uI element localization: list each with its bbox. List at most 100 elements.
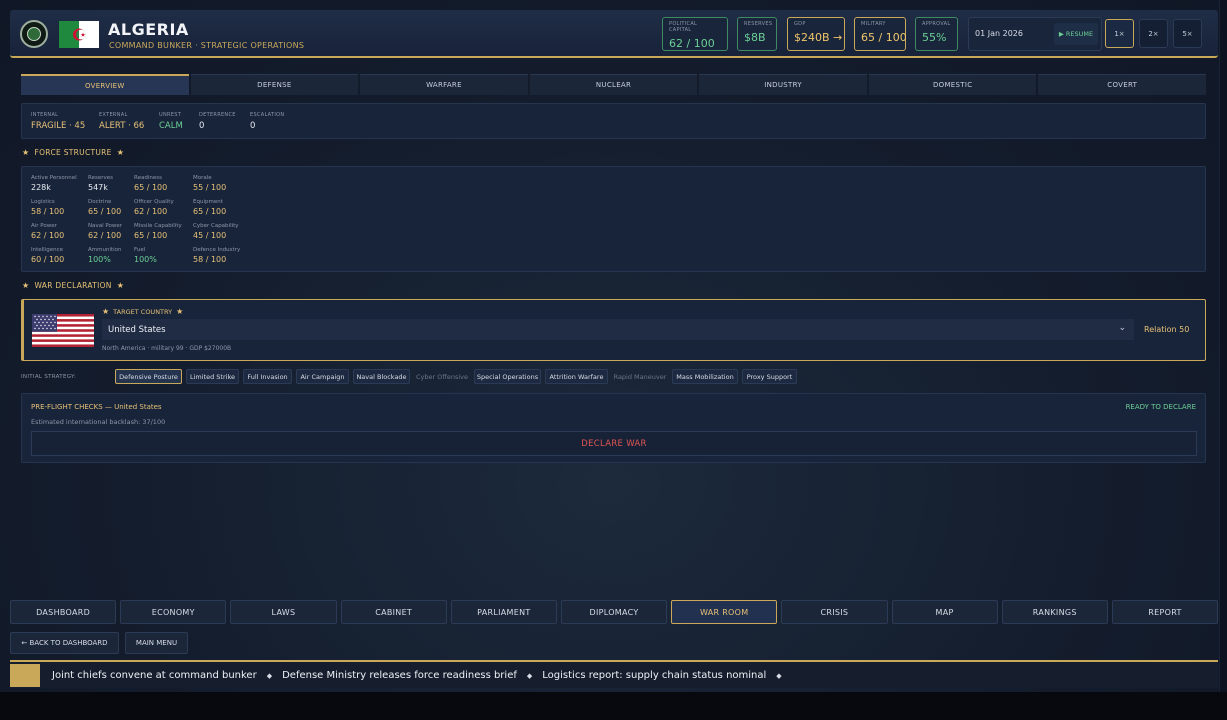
tab-nuclear[interactable]: NUCLEAR [529,74,698,95]
nav-rankings[interactable]: RANKINGS [1001,600,1108,624]
national-emblem-icon [20,20,48,48]
target-country-label: ★ TARGET COUNTRY ★ [102,307,184,316]
strategy-limited-strike[interactable]: Limited Strike [186,369,239,384]
initial-strategy-label: INITIAL STRATEGY: [21,374,77,380]
force-fuel: Fuel 100% [134,247,157,264]
game-date: 01 Jan 2026 [975,29,1023,38]
nav-diplomacy[interactable]: DIPLOMACY [560,600,668,624]
strategy-naval-blockade[interactable]: Naval Blockade [353,369,410,384]
threat-metrics-panel: INTERNAL FRAGILE · 45 EXTERNAL ALERT · 6… [21,103,1206,139]
nav-crisis[interactable]: CRISIS [781,600,888,624]
target-country-select[interactable]: United States ⌄ [102,319,1134,340]
tab-warfare[interactable]: WARFARE [360,74,528,95]
force-equipment: Equipment 65 / 100 [193,199,227,216]
stat-military: MILITARY 65 / 100 [854,17,907,51]
war-room-tabs: OVERVIEW DEFENSE WARFARE NUCLEAR INDUSTR… [21,74,1207,95]
declare-war-button[interactable]: DECLARE WAR [31,431,1197,456]
back-to-dashboard-button[interactable]: ← BACK TO DASHBOARD [10,632,119,654]
backlash-estimate: Estimated international backlash: 37/100 [31,418,166,426]
tab-industry[interactable]: INDUSTRY [699,74,867,95]
force-cyber-capability: Cyber Capability 45 / 100 [193,223,239,240]
window-bottom-bar [0,692,1227,720]
preflight-checks-panel: PRE-FLIGHT CHECKS — United States READY … [21,393,1206,463]
force-naval-power: Naval Power 62 / 100 [88,223,123,240]
metric-deterrence: DETERRENCE 0 [199,112,236,131]
strategy-cyber-offensive[interactable]: Cyber Offensive [414,369,470,384]
force-active-personnel: Active Personnel 228k [31,175,77,192]
force-air-power: Air Power 62 / 100 [31,223,65,240]
star-icon: ★ [116,148,125,157]
algeria-flag-icon [59,21,99,48]
metric-unrest: UNREST CALM [159,112,183,131]
force-morale: Morale 55 / 100 [193,175,227,192]
ticker-items: Joint chiefs convene at command bunker ◆… [52,670,782,681]
speed-5x-button[interactable]: 5× [1173,19,1202,48]
force-structure-title: ★ FORCE STRUCTURE ★ [22,148,125,157]
diamond-icon: ◆ [776,671,782,680]
date-panel: 01 Jan 2026 ▶ RESUME [968,17,1102,51]
nav-laws[interactable]: LAWS [230,600,337,624]
ready-status: READY TO DECLARE [1125,403,1196,411]
stat-reserves: RESERVES $8B [737,17,777,51]
usa-flag-icon [32,314,94,347]
stat-approval: APPROVAL 55% [915,17,958,51]
force-structure-panel: Active Personnel 228k Reserves 547k Readin… [21,166,1206,272]
star-icon: ★ [22,281,30,290]
chevron-down-icon: ⌄ [1118,323,1126,333]
strategy-proxy-support[interactable]: Proxy Support [742,369,797,384]
main-navigation: DASHBOARD ECONOMY LAWS CABINET PARLIAMEN… [10,600,1219,624]
strategy-rapid-maneuver[interactable]: Rapid Maneuver [612,369,668,384]
force-ammunition: Ammunition 100% [88,247,122,264]
top-header: ALGERIA COMMAND BUNKER · STRATEGIC OPERA… [10,10,1218,58]
arrow-right-icon: → [833,31,843,44]
force-intelligence: Intelligence 60 / 100 [31,247,65,264]
preflight-title: PRE-FLIGHT CHECKS — United States [31,403,162,411]
star-icon: ★ [102,307,110,316]
header-subtitle: COMMAND BUNKER · STRATEGIC OPERATIONS [109,41,305,50]
diamond-icon: ◆ [266,671,273,680]
nav-economy[interactable]: ECONOMY [120,600,227,624]
strategy-attrition-warfare[interactable]: Attrition Warfare [545,369,608,384]
force-doctrine: Doctrine 65 / 100 [88,199,122,216]
force-readiness: Readiness 65 / 100 [134,175,168,192]
nav-cabinet[interactable]: CABINET [340,600,447,624]
strategy-full-invasion[interactable]: Full Invasion [243,369,292,384]
main-menu-button[interactable]: MAIN MENU [125,632,188,654]
speed-2x-button[interactable]: 2× [1139,19,1168,48]
tab-defense[interactable]: DEFENSE [190,74,359,95]
nav-parliament[interactable]: PARLIAMENT [450,600,557,624]
force-missile-capability: Missile Capability 65 / 100 [134,223,182,240]
war-declaration-title: ★ WAR DECLARATION ★ [22,281,125,290]
metric-external: EXTERNAL ALERT · 66 [99,112,145,131]
nav-report[interactable]: REPORT [1111,600,1219,624]
resume-button[interactable]: ▶ RESUME [1054,23,1098,45]
ticker-item: Defense Ministry releases force readines… [282,670,517,681]
speed-1x-button[interactable]: 1× [1105,19,1134,48]
relation-value: Relation 50 [1144,325,1190,334]
country-name: ALGERIA [108,20,189,39]
ticker-item: Logistics report: supply chain status no… [542,670,767,681]
tab-overview[interactable]: OVERVIEW [21,74,189,95]
nav-map[interactable]: MAP [891,600,998,624]
star-icon: ★ [116,281,125,290]
strategy-mass-mobilization[interactable]: Mass Mobilization [672,369,738,384]
play-icon: ▶ [1058,30,1064,38]
star-icon: ★ [22,148,30,157]
stat-political-capital: POLITICAL CAPITAL 62 / 100 [662,17,728,51]
nav-war-room[interactable]: WAR ROOM [671,600,778,624]
tab-covert[interactable]: COVERT [1038,74,1207,95]
metric-escalation: ESCALATION 0 [250,112,285,131]
strategy-defensive-posture[interactable]: Defensive Posture [115,369,182,384]
strategy-air-campaign[interactable]: Air Campaign [296,369,349,384]
star-icon: ★ [176,307,184,316]
ticker-item: Joint chiefs convene at command bunker [52,670,257,681]
target-country-meta: North America · military 99 · GDP $27000… [102,345,232,352]
target-country-panel: ★ TARGET COUNTRY ★ United States ⌄ Relat… [21,299,1206,361]
strategy-special-operations[interactable]: Special Operations [474,369,541,384]
tab-domestic[interactable]: DOMESTIC [868,74,1037,95]
stat-gdp: GDP $240B → [787,17,845,51]
nav-dashboard[interactable]: DASHBOARD [10,600,117,624]
diamond-icon: ◆ [526,671,533,680]
game-window: ALGERIA COMMAND BUNKER · STRATEGIC OPERA… [0,0,1220,692]
force-logistics: Logistics 58 / 100 [31,199,65,216]
